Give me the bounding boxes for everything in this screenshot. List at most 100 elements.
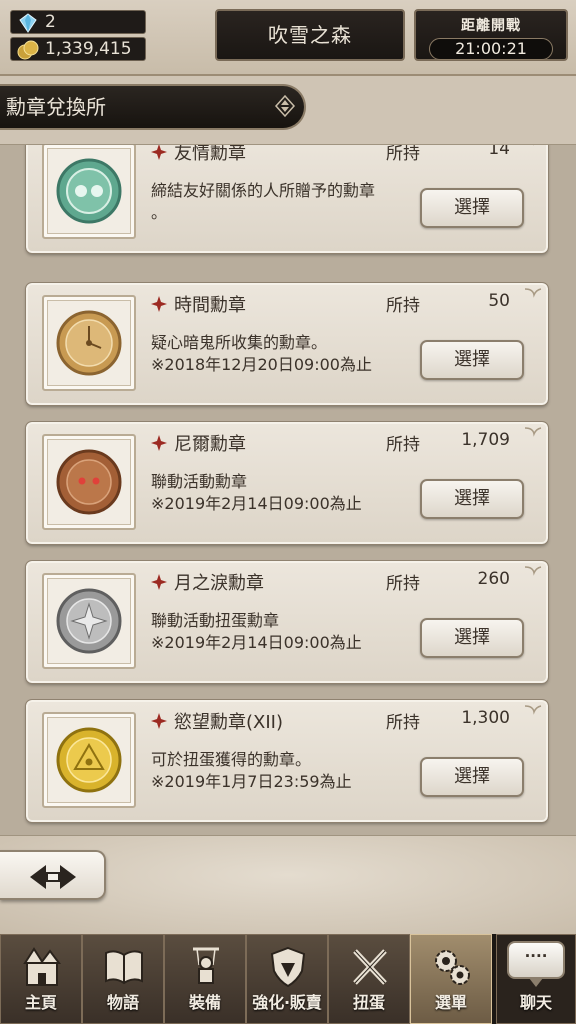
medal-description-line: 締結友好關係的人所贈予的勳章 [151, 181, 376, 200]
nav-gacha[interactable]: 扭蛋 [328, 934, 410, 1024]
battle-countdown-timer: 21:00:21 [429, 38, 553, 60]
held-count: 14 [488, 144, 510, 159]
nier-medal-icon [56, 449, 122, 515]
nav-label: 扭蛋 [352, 993, 385, 1012]
nav-label: 物語 [106, 993, 139, 1012]
medal-image-frame [42, 434, 136, 530]
medal-description-line: ※2019年1月7日23:59為止 [151, 772, 352, 791]
gem-counter: 2 [10, 10, 146, 34]
corner-ornament-icon [524, 288, 542, 298]
sort-toggle-icon[interactable] [274, 95, 296, 117]
coin-count: 1,339,415 [45, 39, 132, 59]
corner-ornament-icon [533, 145, 535, 146]
cross-ornament-icon [151, 145, 167, 160]
desire-medal-icon [56, 727, 122, 793]
nav-chat[interactable]: ···· 聊天 [496, 934, 576, 1024]
held-label: 所持 [386, 144, 420, 164]
moon-tear-medal-icon [56, 588, 122, 654]
medal-name: 慾望勳章(XII) [174, 712, 283, 733]
held-count: 50 [488, 291, 510, 311]
back-button[interactable] [0, 850, 106, 900]
held-label: 所持 [386, 713, 420, 733]
select-button[interactable]: 選擇 [420, 188, 524, 228]
castle-icon [23, 947, 61, 986]
cross-ornament-icon [151, 435, 167, 451]
medal-card: 慾望勳章(XII) 所持 1,300 可於扭蛋獲得的勳章。 ※2019年1月7日… [25, 699, 549, 823]
medal-name: 友情勳章 [174, 144, 246, 164]
medal-image-frame [42, 295, 136, 391]
select-button[interactable]: 選擇 [420, 340, 524, 380]
corner-ornament-icon [524, 566, 542, 576]
medal-image-frame [42, 573, 136, 669]
medal-name: 時間勳章 [174, 295, 246, 316]
puppet-icon [193, 947, 219, 984]
medal-description-line: ※2018年12月20日09:00為止 [151, 355, 372, 374]
medal-image-frame [42, 712, 136, 808]
gears-icon [435, 950, 470, 985]
gem-count: 2 [45, 12, 56, 32]
chat-bubble-icon: ···· [507, 941, 565, 987]
back-arrow-icon [30, 865, 76, 889]
medal-description-line: ※2019年2月14日09:00為止 [151, 494, 362, 513]
shield-icon [270, 946, 306, 988]
bottom-nav: 主頁 物語 裝備 強化‧販賣 扭蛋 選單 ···· 聊天 [0, 934, 576, 1024]
medal-card: 月之淚勳章 所持 260 聯動活動扭蛋勳章 ※2019年2月14日09:00為止… [25, 560, 549, 684]
medal-name: 月之淚勳章 [174, 573, 264, 594]
select-button[interactable]: 選擇 [420, 479, 524, 519]
held-count: 260 [477, 569, 510, 589]
gem-icon [19, 13, 37, 33]
nav-menu[interactable]: 選單 [410, 934, 492, 1024]
medal-name: 尼爾勳章 [174, 434, 246, 455]
medal-description-line: ※2019年2月14日09:00為止 [151, 633, 362, 652]
held-label: 所持 [386, 435, 420, 455]
area-title: 吹雪之森 [215, 9, 405, 61]
nav-label: 主頁 [24, 993, 57, 1012]
medal-description: 聯動活動扭蛋勳章 ※2019年2月14日09:00為止 [151, 610, 419, 654]
medal-card: 友情勳章 所持 14 締結友好關係的人所贈予的勳章 。 選擇 [25, 144, 549, 254]
cross-ornament-icon [151, 713, 167, 729]
coin-counter: 1,339,415 [10, 37, 146, 61]
medal-description: 聯動活動勳章 ※2019年2月14日09:00為止 [151, 471, 419, 515]
friendship-medal-icon [56, 158, 122, 224]
select-button[interactable]: 選擇 [420, 757, 524, 797]
medal-image-frame [42, 145, 136, 239]
coin-icon [17, 40, 39, 60]
held-label: 所持 [386, 296, 420, 316]
medal-description-line: 聯動活動扭蛋勳章 [151, 611, 280, 630]
battle-countdown-label: 距離開戰 [461, 18, 521, 34]
corner-ornament-icon [524, 705, 542, 715]
medal-description-line: 疑心暗鬼所收集的勳章。 [151, 333, 328, 352]
medal-list[interactable]: 友情勳章 所持 14 締結友好關係的人所贈予的勳章 。 選擇 時間勳章 所持 5… [0, 144, 576, 836]
time-medal-icon [56, 310, 122, 376]
held-count: 1,300 [461, 708, 510, 728]
nav-label: 裝備 [188, 993, 221, 1012]
cross-ornament-icon [151, 296, 167, 312]
cross-ornament-icon [151, 574, 167, 590]
nav-enhance[interactable]: 強化‧販賣 [246, 934, 328, 1024]
medal-card: 尼爾勳章 所持 1,709 聯動活動勳章 ※2019年2月14日09:00為止 … [25, 421, 549, 545]
lower-area [0, 836, 576, 934]
nav-home[interactable]: 主頁 [0, 934, 82, 1024]
battle-countdown[interactable]: 距離開戰 21:00:21 [414, 9, 568, 61]
medal-card: 時間勳章 所持 50 疑心暗鬼所收集的勳章。 ※2018年12月20日09:00… [25, 282, 549, 406]
crossed-swords-icon [353, 949, 387, 985]
medal-description: 締結友好關係的人所贈予的勳章 。 [151, 180, 419, 224]
nav-label: 選單 [434, 993, 467, 1012]
held-count: 1,709 [461, 430, 510, 450]
top-status-bar: 2 1,339,415 吹雪之森 距離開戰 21:00:21 [0, 0, 576, 76]
nav-equip[interactable]: 裝備 [164, 934, 246, 1024]
select-button[interactable]: 選擇 [420, 618, 524, 658]
nav-label: 強化‧販賣 [252, 993, 322, 1012]
section-header: 勳章兌換所 [0, 84, 306, 130]
medal-description: 疑心暗鬼所收集的勳章。 ※2018年12月20日09:00為止 [151, 332, 419, 376]
book-icon [105, 950, 143, 985]
nav-label: 聊天 [519, 993, 552, 1012]
medal-description: 可於扭蛋獲得的勳章。 ※2019年1月7日23:59為止 [151, 749, 419, 793]
nav-story[interactable]: 物語 [82, 934, 164, 1024]
section-title: 勳章兌換所 [6, 95, 106, 119]
corner-ornament-icon [524, 427, 542, 437]
medal-description-line: 。 [151, 203, 168, 222]
medal-description-line: 可於扭蛋獲得的勳章。 [151, 750, 312, 769]
held-label: 所持 [386, 574, 420, 594]
medal-description-line: 聯動活動勳章 [151, 472, 248, 491]
